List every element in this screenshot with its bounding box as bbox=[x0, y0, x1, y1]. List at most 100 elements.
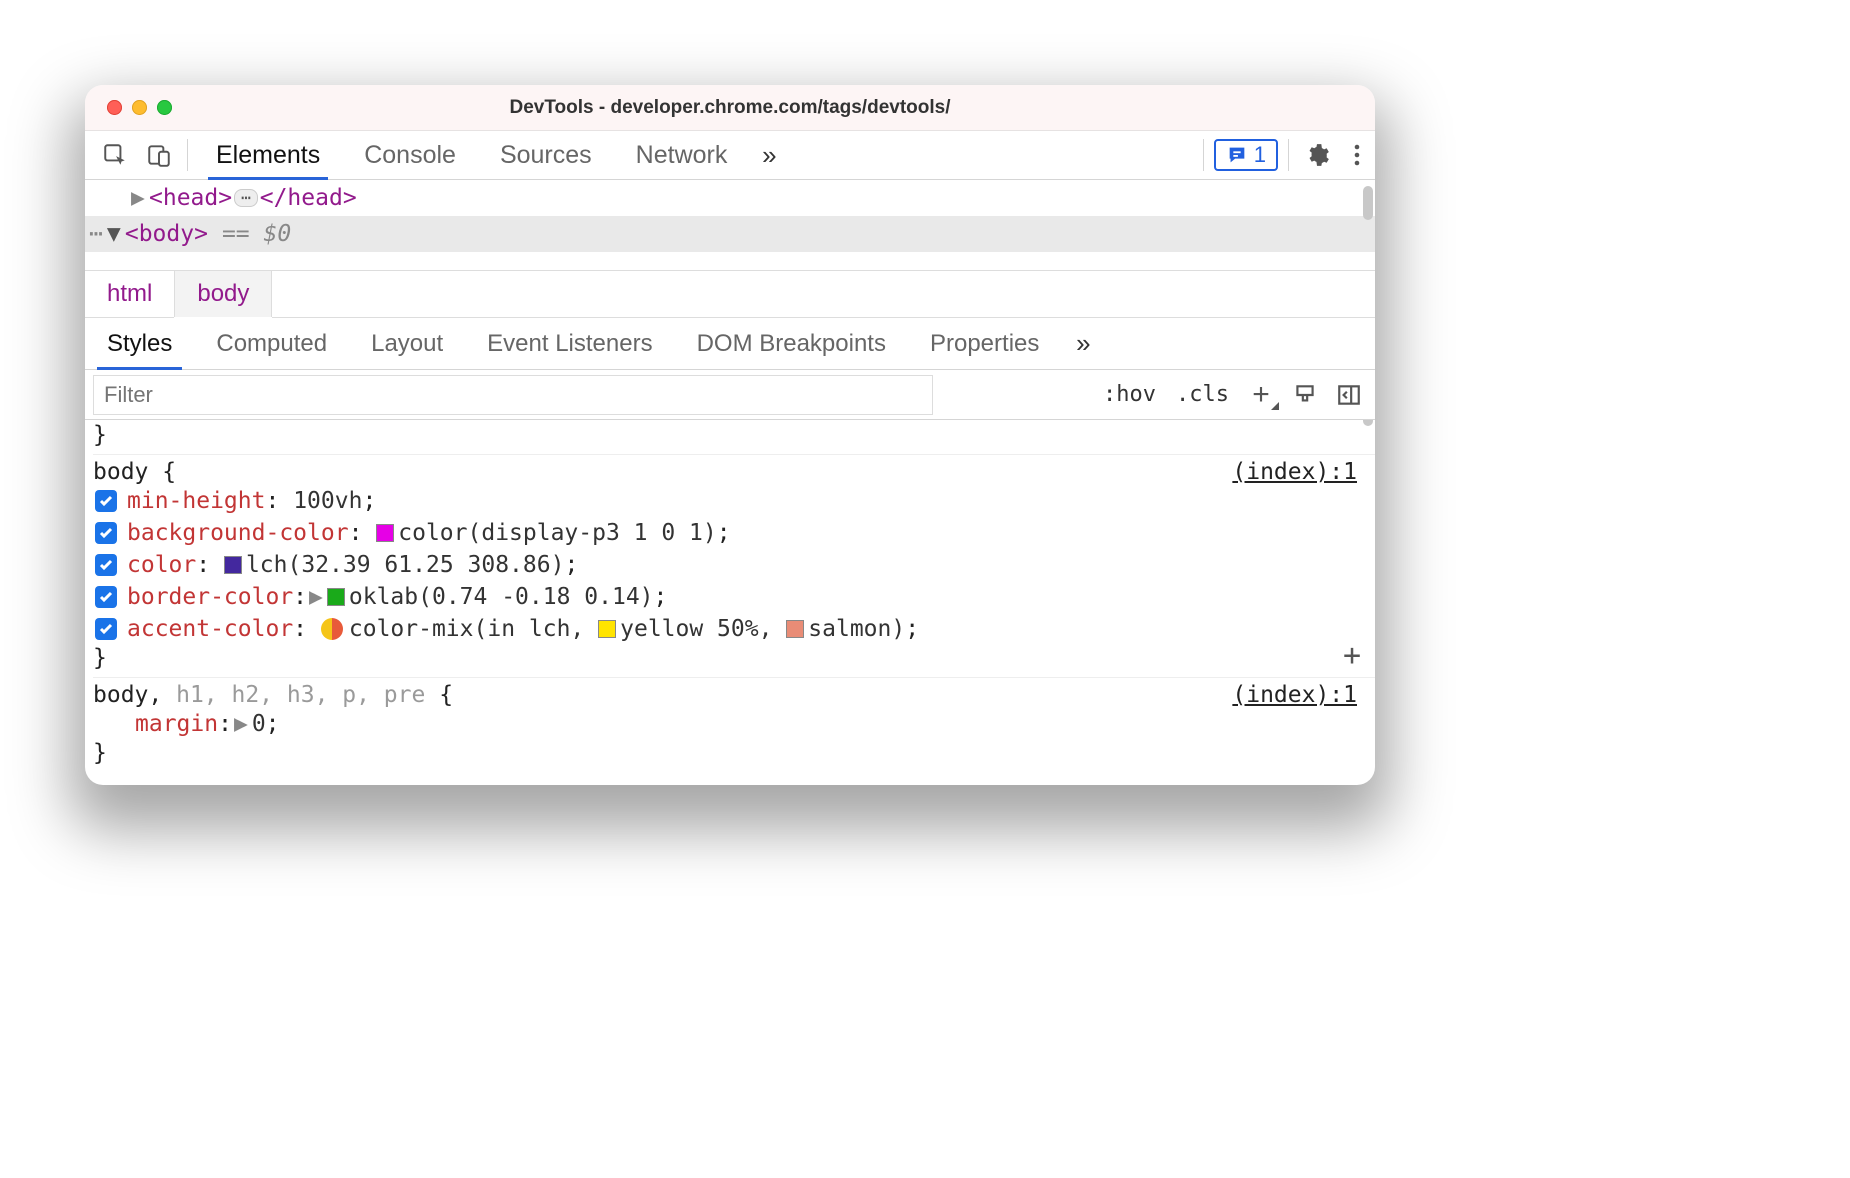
brush-icon bbox=[1292, 382, 1318, 408]
declaration-border-color[interactable]: border-color: ▶ oklab(0.74 -0.18 0.14); bbox=[93, 581, 1375, 613]
crumb-html[interactable]: html bbox=[85, 271, 174, 317]
toolbar-separator bbox=[1288, 139, 1289, 171]
enable-checkbox[interactable] bbox=[95, 522, 117, 544]
color-swatch[interactable] bbox=[598, 620, 616, 638]
rule-source-link[interactable]: (index):1 bbox=[1232, 459, 1357, 485]
enable-checkbox[interactable] bbox=[95, 554, 117, 576]
ellipsis-badge[interactable]: ⋯ bbox=[234, 189, 258, 207]
declaration-accent-color[interactable]: accent-color: color-mix(in lch, yellow 5… bbox=[93, 613, 1375, 645]
more-tabs-button[interactable]: » bbox=[749, 131, 789, 179]
property-name[interactable]: accent-color bbox=[127, 613, 293, 645]
color-swatch[interactable] bbox=[224, 556, 242, 574]
property-value[interactable]: oklab(0.74 -0.18 0.14) bbox=[349, 581, 654, 613]
enable-checkbox[interactable] bbox=[95, 618, 117, 640]
dom-tag: <head> bbox=[149, 185, 232, 211]
collapse-arrow-icon[interactable]: ▼ bbox=[107, 221, 125, 247]
property-name[interactable]: margin bbox=[135, 708, 218, 740]
rule-source-link[interactable]: (index):1 bbox=[1232, 682, 1357, 708]
rule-header[interactable]: body, h1, h2, h3, p, pre { (index):1 bbox=[93, 682, 1375, 708]
sidebar-icon bbox=[1336, 382, 1362, 408]
expand-arrow-icon[interactable]: ▶ bbox=[131, 185, 149, 211]
device-toolbar-icon[interactable] bbox=[137, 131, 181, 179]
expand-shorthand-icon[interactable]: ▶ bbox=[309, 581, 323, 613]
dom-tag: <body> bbox=[125, 221, 208, 247]
insert-rule-button[interactable]: + bbox=[1343, 638, 1361, 673]
issues-button[interactable]: 1 bbox=[1214, 139, 1278, 171]
main-toolbar: Elements Console Sources Network » 1 bbox=[85, 130, 1375, 180]
toolbar-separator bbox=[187, 139, 188, 171]
color-mix-swatch[interactable] bbox=[321, 618, 343, 640]
chat-icon bbox=[1226, 144, 1248, 166]
rule-selector[interactable]: body, h1, h2, h3, p, pre { bbox=[93, 682, 453, 708]
color-swatch[interactable] bbox=[786, 620, 804, 638]
hov-toggle[interactable]: :hov bbox=[1093, 382, 1166, 407]
styles-body: } body { (index):1 min-height: 100vh; bbox=[85, 420, 1375, 766]
dom-tree[interactable]: ▶ <head> ⋯ </head> ⋯ ▼ <body> == $0 bbox=[85, 180, 1375, 270]
rule-brace-close: } bbox=[93, 740, 1375, 766]
rule-header[interactable]: body { (index):1 bbox=[93, 459, 1375, 485]
devtools-window: DevTools - developer.chrome.com/tags/dev… bbox=[85, 85, 1375, 785]
color-swatch[interactable] bbox=[327, 588, 345, 606]
dom-row-clipped bbox=[85, 252, 1375, 270]
sidebar-panel-tabs: Styles Computed Layout Event Listeners D… bbox=[85, 318, 1375, 370]
settings-button[interactable] bbox=[1295, 131, 1339, 179]
main-tabs: Elements Console Sources Network bbox=[194, 131, 749, 179]
gear-icon bbox=[1304, 142, 1330, 168]
panel-tab-properties[interactable]: Properties bbox=[908, 318, 1061, 369]
property-value[interactable]: color(display-p3 1 0 1) bbox=[398, 517, 717, 549]
rule-brace-close: } bbox=[93, 645, 1375, 671]
new-style-rule-button[interactable]: + bbox=[1239, 378, 1283, 412]
dom-breadcrumb: html body bbox=[85, 270, 1375, 318]
style-rule: body, h1, h2, h3, p, pre { (index):1 mar… bbox=[93, 677, 1375, 766]
enable-checkbox[interactable] bbox=[95, 586, 117, 608]
panel-tab-styles[interactable]: Styles bbox=[85, 318, 194, 369]
window-title: DevTools - developer.chrome.com/tags/dev… bbox=[85, 97, 1375, 119]
styles-filter-bar: :hov .cls + bbox=[85, 370, 1375, 420]
dom-node-body-selected[interactable]: ⋯ ▼ <body> == $0 bbox=[85, 216, 1375, 252]
property-name[interactable]: border-color bbox=[127, 581, 293, 613]
tab-elements[interactable]: Elements bbox=[194, 131, 342, 179]
property-value[interactable]: 100vh bbox=[293, 485, 362, 517]
inspect-element-icon[interactable] bbox=[93, 131, 137, 179]
dom-node-head[interactable]: ▶ <head> ⋯ </head> bbox=[85, 180, 1375, 216]
cls-toggle[interactable]: .cls bbox=[1166, 382, 1239, 407]
tab-sources[interactable]: Sources bbox=[478, 131, 614, 179]
filter-input[interactable] bbox=[93, 375, 933, 415]
selected-marker: == $0 bbox=[222, 221, 291, 247]
color-swatch[interactable] bbox=[376, 524, 394, 542]
titlebar: DevTools - developer.chrome.com/tags/dev… bbox=[85, 85, 1375, 130]
overflow-indicator: ⋯ bbox=[89, 221, 103, 247]
rule-brace-close: } bbox=[93, 422, 1375, 448]
declaration-min-height[interactable]: min-height: 100vh; bbox=[93, 485, 1375, 517]
style-rule: body { (index):1 min-height: 100vh; back… bbox=[93, 454, 1375, 671]
styles-pane[interactable]: } body { (index):1 min-height: 100vh; bbox=[85, 420, 1375, 785]
panel-tab-layout[interactable]: Layout bbox=[349, 318, 465, 369]
computed-sidebar-toggle[interactable] bbox=[1327, 382, 1371, 408]
panel-tab-computed[interactable]: Computed bbox=[194, 318, 349, 369]
panel-tab-dom-breakpoints[interactable]: DOM Breakpoints bbox=[675, 318, 908, 369]
panel-more-tabs[interactable]: » bbox=[1061, 328, 1105, 359]
rule-selector[interactable]: body { bbox=[93, 459, 176, 485]
property-name[interactable]: background-color bbox=[127, 517, 349, 549]
dom-scrollbar[interactable] bbox=[1363, 186, 1373, 220]
property-value[interactable]: lch(32.39 61.25 308.86) bbox=[246, 549, 565, 581]
property-name[interactable]: min-height bbox=[127, 485, 265, 517]
enable-checkbox[interactable] bbox=[95, 490, 117, 512]
property-value[interactable]: color-mix(in lch, yellow 50%, salmon) bbox=[349, 613, 905, 645]
toolbar-separator bbox=[1203, 139, 1204, 171]
declaration-background-color[interactable]: background-color: color(display-p3 1 0 1… bbox=[93, 517, 1375, 549]
property-name[interactable]: color bbox=[127, 549, 196, 581]
tab-network[interactable]: Network bbox=[614, 131, 750, 179]
tab-console[interactable]: Console bbox=[342, 131, 478, 179]
kebab-icon bbox=[1354, 143, 1360, 167]
property-value[interactable]: 0 bbox=[252, 708, 266, 740]
expand-shorthand-icon[interactable]: ▶ bbox=[234, 708, 248, 740]
copy-styles-button[interactable] bbox=[1283, 382, 1327, 408]
crumb-body[interactable]: body bbox=[174, 271, 272, 317]
dom-tag: </head> bbox=[260, 185, 357, 211]
issues-count: 1 bbox=[1254, 142, 1266, 168]
more-options-button[interactable] bbox=[1339, 131, 1375, 179]
panel-tab-event-listeners[interactable]: Event Listeners bbox=[465, 318, 674, 369]
declaration-color[interactable]: color: lch(32.39 61.25 308.86); bbox=[93, 549, 1375, 581]
declaration-margin[interactable]: margin: ▶ 0; bbox=[93, 708, 1375, 740]
